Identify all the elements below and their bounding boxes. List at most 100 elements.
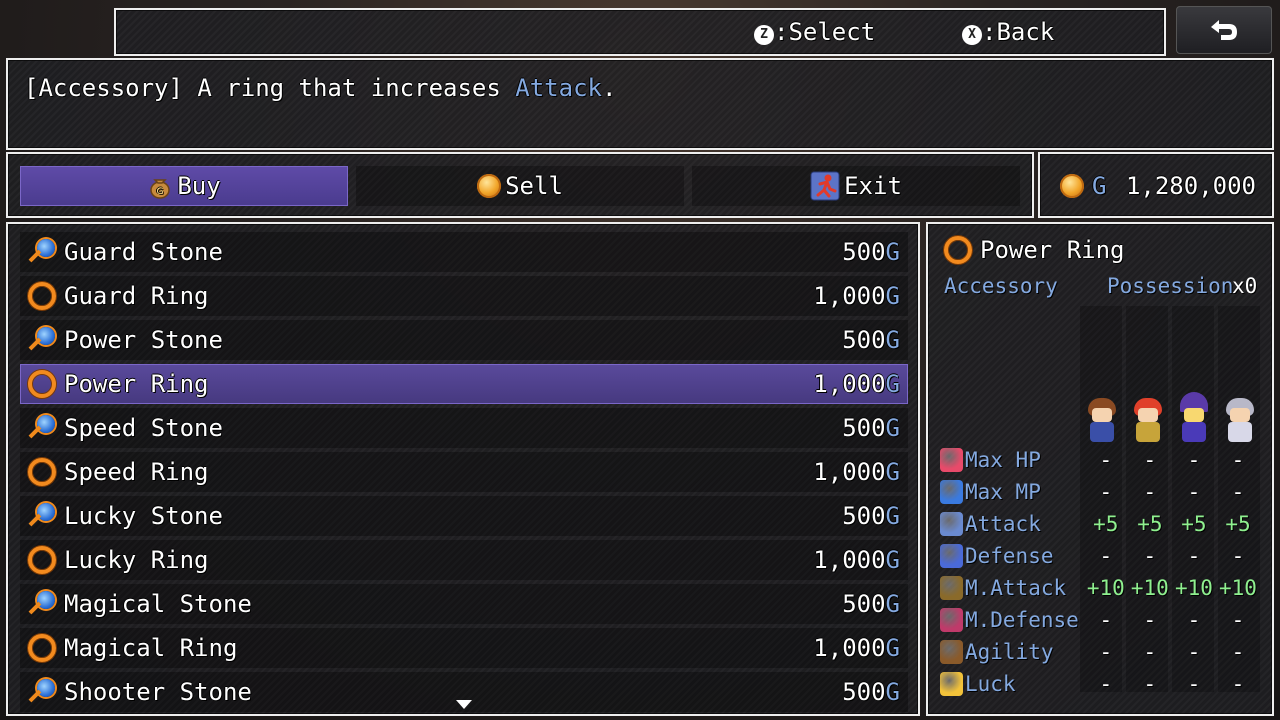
item-price-value: 1,000 xyxy=(813,458,886,486)
stat-value: - xyxy=(1231,448,1245,472)
item-price-unit: G xyxy=(885,678,900,706)
z-key-icon: Z xyxy=(754,25,774,45)
item-row[interactable]: Guard Ring 1,000G xyxy=(20,276,908,316)
item-row[interactable]: Magical Ring 1,000G xyxy=(20,628,908,668)
item-icon-slot xyxy=(20,370,64,398)
stat-value: +10 xyxy=(1086,576,1125,600)
scroll-down-arrow-icon[interactable] xyxy=(455,699,473,711)
back-button[interactable] xyxy=(1176,6,1272,54)
item-name: Speed Stone xyxy=(64,414,223,442)
item-row[interactable]: Speed Stone 500G xyxy=(20,408,908,448)
stat-value: +10 xyxy=(1219,576,1257,600)
stat-value: - xyxy=(1099,544,1113,568)
stone-icon xyxy=(27,325,57,355)
item-price-unit: G xyxy=(885,414,900,442)
item-price: 1,000G xyxy=(813,282,908,310)
stat-value: - xyxy=(1187,608,1201,632)
stat-value: +10 xyxy=(1130,576,1169,600)
stone-icon xyxy=(27,677,57,707)
item-name: Lucky Stone xyxy=(64,502,223,530)
exit-command[interactable]: Exit xyxy=(692,166,1020,206)
description-keyword: Attack xyxy=(515,74,602,102)
stat-value: +10 xyxy=(1174,576,1213,600)
svg-text:G: G xyxy=(157,187,164,197)
item-row[interactable]: Power Stone 500G xyxy=(20,320,908,360)
actor-sprite-4 xyxy=(1222,396,1258,444)
item-price-value: 500 xyxy=(842,326,886,354)
stat-row: M.Defense - - - - xyxy=(940,605,1260,635)
item-price-value: 1,000 xyxy=(813,634,886,662)
item-price-unit: G xyxy=(885,458,900,486)
stat-row: Max HP - - - - xyxy=(940,445,1260,475)
undo-arrow-icon xyxy=(1211,20,1237,40)
gold-window: G 1,280,000 xyxy=(1038,152,1274,218)
item-price: 1,000G xyxy=(813,458,908,486)
gold-amount: 1,280,000 xyxy=(1125,172,1256,200)
stat-label: Luck xyxy=(964,672,1016,696)
status-item-title: Power Ring xyxy=(944,236,1125,264)
stat-value: +5 xyxy=(1137,512,1163,536)
item-icon-slot xyxy=(20,589,64,619)
stat-value: - xyxy=(1143,672,1157,696)
item-price-unit: G xyxy=(885,326,900,354)
stat-value: - xyxy=(1099,608,1113,632)
stat-row: Attack +5 +5 +5 +5 xyxy=(940,509,1260,539)
stat-value: +5 xyxy=(1225,512,1251,536)
stat-value: - xyxy=(1231,608,1245,632)
help-window: [Accessory] A ring that increases Attack… xyxy=(6,58,1274,150)
item-row[interactable]: Lucky Ring 1,000G xyxy=(20,540,908,580)
item-price: 1,000G xyxy=(813,370,908,398)
actor-sprite-1 xyxy=(1084,396,1120,444)
item-icon-slot xyxy=(20,677,64,707)
stat-row: Defense - - - - xyxy=(940,541,1260,571)
status-item-name: Power Ring xyxy=(980,236,1125,264)
stone-icon xyxy=(27,589,57,619)
stat-label: M.Defense xyxy=(964,608,1079,632)
item-price-unit: G xyxy=(885,634,900,662)
item-icon-slot xyxy=(20,501,64,531)
item-row[interactable]: Guard Stone 500G xyxy=(20,232,908,272)
buy-command[interactable]: G Buy xyxy=(20,166,348,206)
stat-value: - xyxy=(1099,640,1113,664)
item-row[interactable]: Magical Stone 500G xyxy=(20,584,908,624)
item-name: Speed Ring xyxy=(64,458,209,486)
item-icon-slot xyxy=(20,325,64,355)
attack-icon xyxy=(940,512,963,536)
heart-icon xyxy=(940,448,963,472)
item-row[interactable]: Power Ring 1,000G xyxy=(20,364,908,404)
x-key-icon: X xyxy=(962,25,982,45)
ring-icon xyxy=(28,282,56,310)
stone-icon xyxy=(27,237,57,267)
item-name: Power Stone xyxy=(64,326,223,354)
item-row[interactable]: Speed Ring 1,000G xyxy=(20,452,908,492)
item-price: 500G xyxy=(842,678,908,706)
gold-coin-icon xyxy=(1060,174,1084,198)
boot-icon xyxy=(940,640,963,664)
item-name: Magical Ring xyxy=(64,634,238,662)
item-price: 500G xyxy=(842,326,908,354)
possession-label: Possession xyxy=(1107,274,1234,298)
stat-value: - xyxy=(1231,480,1245,504)
back-hint: X:Back xyxy=(962,18,1054,46)
sell-command[interactable]: Sell xyxy=(356,166,684,206)
running-man-icon xyxy=(810,171,840,201)
item-price: 500G xyxy=(842,238,908,266)
item-price-unit: G xyxy=(885,590,900,618)
item-row[interactable]: Lucky Stone 500G xyxy=(20,496,908,536)
stat-row: Luck - - - - xyxy=(940,669,1260,699)
stat-value: - xyxy=(1231,672,1245,696)
ring-icon xyxy=(28,546,56,574)
stat-value: - xyxy=(1143,640,1157,664)
stat-value: - xyxy=(1099,480,1113,504)
sell-label: Sell xyxy=(505,172,563,200)
item-name: Guard Ring xyxy=(64,282,209,310)
stat-row: Max MP - - - - xyxy=(940,477,1260,507)
stat-label: M.Attack xyxy=(964,576,1067,600)
item-name: Shooter Stone xyxy=(64,678,252,706)
stat-value: - xyxy=(1099,448,1113,472)
item-price: 500G xyxy=(842,590,908,618)
stat-value: +5 xyxy=(1093,512,1119,536)
stat-label: Agility xyxy=(964,640,1054,664)
stat-value: - xyxy=(1187,544,1201,568)
item-icon-slot xyxy=(20,237,64,267)
